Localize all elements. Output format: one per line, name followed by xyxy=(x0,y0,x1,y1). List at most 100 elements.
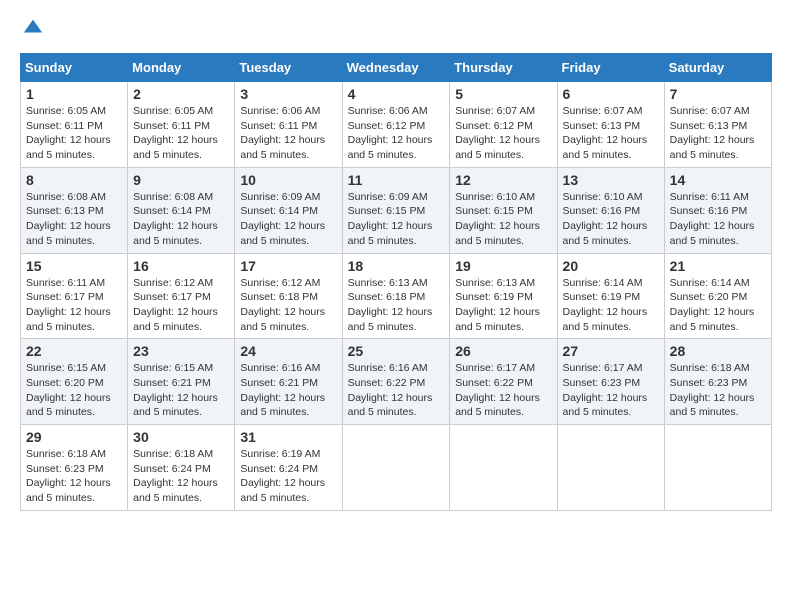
day-info: Sunrise: 6:08 AMSunset: 6:14 PMDaylight:… xyxy=(133,190,229,249)
day-info: Sunrise: 6:12 AMSunset: 6:18 PMDaylight:… xyxy=(240,276,336,335)
calendar-cell: 25 Sunrise: 6:16 AMSunset: 6:22 PMDayligh… xyxy=(342,339,450,425)
day-number: 27 xyxy=(563,343,659,359)
day-info: Sunrise: 6:07 AMSunset: 6:13 PMDaylight:… xyxy=(563,104,659,163)
day-info: Sunrise: 6:17 AMSunset: 6:23 PMDaylight:… xyxy=(563,361,659,420)
day-info: Sunrise: 6:07 AMSunset: 6:12 PMDaylight:… xyxy=(455,104,551,163)
calendar-cell: 17Sunrise: 6:12 AMSunset: 6:18 PMDayligh… xyxy=(235,253,342,339)
calendar-cell: 24 Sunrise: 6:16 AMSunset: 6:21 PMDayligh… xyxy=(235,339,342,425)
day-number: 12 xyxy=(455,172,551,188)
day-info: Sunrise: 6:16 AMSunset: 6:22 PMDaylight:… xyxy=(348,361,445,420)
day-info: Sunrise: 6:10 AMSunset: 6:16 PMDaylight:… xyxy=(563,190,659,249)
day-info: Sunrise: 6:05 AMSunset: 6:11 PMDaylight:… xyxy=(26,104,122,163)
calendar-week-3: 15 Sunrise: 6:11 AMSunset: 6:17 PMDayligh… xyxy=(21,253,772,339)
calendar-cell: 13 Sunrise: 6:10 AMSunset: 6:16 PMDayligh… xyxy=(557,167,664,253)
calendar-cell: 8 Sunrise: 6:08 AMSunset: 6:13 PMDaylight… xyxy=(21,167,128,253)
day-info: Sunrise: 6:14 AMSunset: 6:19 PMDaylight:… xyxy=(563,276,659,335)
day-info: Sunrise: 6:09 AMSunset: 6:14 PMDaylight:… xyxy=(240,190,336,249)
weekday-header-tuesday: Tuesday xyxy=(235,54,342,82)
calendar-cell: 10Sunrise: 6:09 AMSunset: 6:14 PMDayligh… xyxy=(235,167,342,253)
day-number: 9 xyxy=(133,172,229,188)
calendar-cell: 29Sunrise: 6:18 AMSunset: 6:23 PMDayligh… xyxy=(21,425,128,511)
calendar-cell: 2Sunrise: 6:05 AMSunset: 6:11 PMDaylight… xyxy=(128,82,235,168)
calendar-cell: 26Sunrise: 6:17 AMSunset: 6:22 PMDayligh… xyxy=(450,339,557,425)
calendar-cell: 4 Sunrise: 6:06 AMSunset: 6:12 PMDaylight… xyxy=(342,82,450,168)
calendar-cell: 23Sunrise: 6:15 AMSunset: 6:21 PMDayligh… xyxy=(128,339,235,425)
day-number: 14 xyxy=(670,172,766,188)
day-info: Sunrise: 6:10 AMSunset: 6:15 PMDaylight:… xyxy=(455,190,551,249)
day-info: Sunrise: 6:19 AMSunset: 6:24 PMDaylight:… xyxy=(240,447,336,506)
calendar-week-4: 22 Sunrise: 6:15 AMSunset: 6:20 PMDayligh… xyxy=(21,339,772,425)
day-number: 24 xyxy=(240,343,336,359)
day-number: 22 xyxy=(26,343,122,359)
day-info: Sunrise: 6:11 AMSunset: 6:17 PMDaylight:… xyxy=(26,276,122,335)
day-number: 4 xyxy=(348,86,445,102)
day-info: Sunrise: 6:05 AMSunset: 6:11 PMDaylight:… xyxy=(133,104,229,163)
weekday-header-monday: Monday xyxy=(128,54,235,82)
calendar-week-1: 1 Sunrise: 6:05 AMSunset: 6:11 PMDaylight… xyxy=(21,82,772,168)
day-number: 28 xyxy=(670,343,766,359)
calendar-cell: 18 Sunrise: 6:13 AMSunset: 6:18 PMDayligh… xyxy=(342,253,450,339)
weekday-header-wednesday: Wednesday xyxy=(342,54,450,82)
calendar-table: SundayMondayTuesdayWednesdayThursdayFrid… xyxy=(20,53,772,511)
day-number: 15 xyxy=(26,258,122,274)
calendar-cell: 12 Sunrise: 6:10 AMSunset: 6:15 PMDayligh… xyxy=(450,167,557,253)
day-info: Sunrise: 6:06 AMSunset: 6:12 PMDaylight:… xyxy=(348,104,445,163)
day-number: 18 xyxy=(348,258,445,274)
calendar-cell: 11 Sunrise: 6:09 AMSunset: 6:15 PMDayligh… xyxy=(342,167,450,253)
day-info: Sunrise: 6:15 AMSunset: 6:21 PMDaylight:… xyxy=(133,361,229,420)
calendar-cell: 27 Sunrise: 6:17 AMSunset: 6:23 PMDayligh… xyxy=(557,339,664,425)
calendar-cell: 31 Sunrise: 6:19 AMSunset: 6:24 PMDayligh… xyxy=(235,425,342,511)
day-number: 30 xyxy=(133,429,229,445)
day-number: 7 xyxy=(670,86,766,102)
day-number: 31 xyxy=(240,429,336,445)
calendar-cell: 22 Sunrise: 6:15 AMSunset: 6:20 PMDayligh… xyxy=(21,339,128,425)
calendar-cell: 19 Sunrise: 6:13 AMSunset: 6:19 PMDayligh… xyxy=(450,253,557,339)
calendar-cell: 9 Sunrise: 6:08 AMSunset: 6:14 PMDaylight… xyxy=(128,167,235,253)
logo xyxy=(20,16,44,43)
calendar-cell: 14 Sunrise: 6:11 AMSunset: 6:16 PMDayligh… xyxy=(664,167,771,253)
weekday-header-friday: Friday xyxy=(557,54,664,82)
day-number: 16 xyxy=(133,258,229,274)
day-info: Sunrise: 6:15 AMSunset: 6:20 PMDaylight:… xyxy=(26,361,122,420)
calendar-cell: 15 Sunrise: 6:11 AMSunset: 6:17 PMDayligh… xyxy=(21,253,128,339)
weekday-header-thursday: Thursday xyxy=(450,54,557,82)
day-number: 11 xyxy=(348,172,445,188)
logo-icon xyxy=(22,16,44,38)
calendar-cell: 3 Sunrise: 6:06 AMSunset: 6:11 PMDaylight… xyxy=(235,82,342,168)
day-info: Sunrise: 6:18 AMSunset: 6:23 PMDaylight:… xyxy=(26,447,122,506)
calendar-week-5: 29Sunrise: 6:18 AMSunset: 6:23 PMDayligh… xyxy=(21,425,772,511)
day-number: 1 xyxy=(26,86,122,102)
calendar-cell: 28Sunrise: 6:18 AMSunset: 6:23 PMDayligh… xyxy=(664,339,771,425)
header xyxy=(20,16,772,43)
day-number: 8 xyxy=(26,172,122,188)
day-number: 25 xyxy=(348,343,445,359)
day-info: Sunrise: 6:08 AMSunset: 6:13 PMDaylight:… xyxy=(26,190,122,249)
page-container: SundayMondayTuesdayWednesdayThursdayFrid… xyxy=(20,16,772,511)
day-info: Sunrise: 6:11 AMSunset: 6:16 PMDaylight:… xyxy=(670,190,766,249)
day-info: Sunrise: 6:13 AMSunset: 6:19 PMDaylight:… xyxy=(455,276,551,335)
calendar-cell: 20 Sunrise: 6:14 AMSunset: 6:19 PMDayligh… xyxy=(557,253,664,339)
day-info: Sunrise: 6:09 AMSunset: 6:15 PMDaylight:… xyxy=(348,190,445,249)
calendar-cell: 21Sunrise: 6:14 AMSunset: 6:20 PMDayligh… xyxy=(664,253,771,339)
calendar-cell: 5 Sunrise: 6:07 AMSunset: 6:12 PMDaylight… xyxy=(450,82,557,168)
day-info: Sunrise: 6:17 AMSunset: 6:22 PMDaylight:… xyxy=(455,361,551,420)
day-info: Sunrise: 6:07 AMSunset: 6:13 PMDaylight:… xyxy=(670,104,766,163)
day-info: Sunrise: 6:12 AMSunset: 6:17 PMDaylight:… xyxy=(133,276,229,335)
day-number: 6 xyxy=(563,86,659,102)
calendar-cell: 7 Sunrise: 6:07 AMSunset: 6:13 PMDaylight… xyxy=(664,82,771,168)
day-info: Sunrise: 6:13 AMSunset: 6:18 PMDaylight:… xyxy=(348,276,445,335)
calendar-cell: 30 Sunrise: 6:18 AMSunset: 6:24 PMDayligh… xyxy=(128,425,235,511)
day-number: 20 xyxy=(563,258,659,274)
day-number: 13 xyxy=(563,172,659,188)
day-info: Sunrise: 6:06 AMSunset: 6:11 PMDaylight:… xyxy=(240,104,336,163)
calendar-cell: 16 Sunrise: 6:12 AMSunset: 6:17 PMDayligh… xyxy=(128,253,235,339)
calendar-header-row: SundayMondayTuesdayWednesdayThursdayFrid… xyxy=(21,54,772,82)
day-info: Sunrise: 6:18 AMSunset: 6:24 PMDaylight:… xyxy=(133,447,229,506)
day-number: 19 xyxy=(455,258,551,274)
calendar-cell xyxy=(450,425,557,511)
calendar-week-2: 8 Sunrise: 6:08 AMSunset: 6:13 PMDaylight… xyxy=(21,167,772,253)
weekday-header-saturday: Saturday xyxy=(664,54,771,82)
day-info: Sunrise: 6:16 AMSunset: 6:21 PMDaylight:… xyxy=(240,361,336,420)
day-number: 5 xyxy=(455,86,551,102)
day-number: 3 xyxy=(240,86,336,102)
